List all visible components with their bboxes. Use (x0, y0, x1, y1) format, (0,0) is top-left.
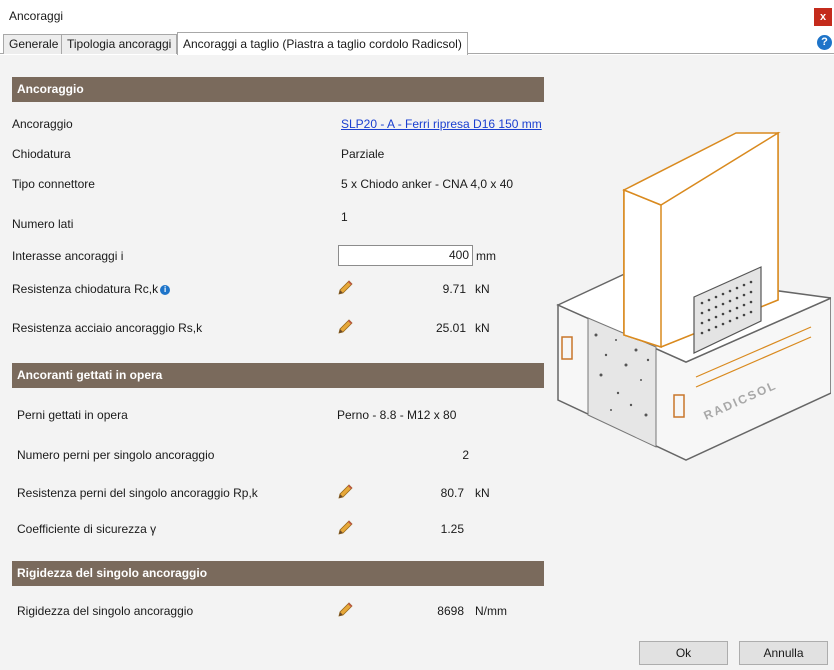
edit-pencil-icon[interactable] (336, 601, 354, 619)
tab-tipologia-ancoraggi[interactable]: Tipologia ancoraggi (61, 34, 178, 54)
interasse-unit: mm (476, 249, 496, 263)
section-header-ancoranti: Ancoranti gettati in opera (12, 363, 544, 388)
section-header-rigidezza: Rigidezza del singolo ancoraggio (12, 561, 544, 586)
rsk-value: 25.01 (435, 321, 466, 335)
window-title: Ancoraggi (9, 9, 64, 23)
chiodatura-value: Parziale (341, 147, 385, 161)
rigidezza-unit: N/mm (475, 604, 507, 618)
rck-label-text: Resistenza chiodatura Rc,k (12, 282, 159, 296)
cancel-button[interactable]: Annulla (739, 641, 828, 665)
numero-lati-value: 1 (341, 210, 348, 224)
edit-pencil-icon[interactable] (336, 279, 354, 297)
numero-perni-label: Numero perni per singolo ancoraggio (17, 448, 215, 462)
connettore-label: Tipo connettore (12, 177, 95, 191)
rsk-unit: kN (475, 321, 490, 335)
rpk-value: 80.7 (440, 486, 464, 500)
coeff-label: Coefficiente di sicurezza γ (17, 522, 157, 536)
connettore-value: 5 x Chiodo anker - CNA 4,0 x 40 (341, 177, 514, 191)
perni-value: Perno - 8.8 - M12 x 80 (337, 408, 457, 422)
rigidezza-value: 8698 (437, 604, 464, 618)
rpk-unit: kN (475, 486, 490, 500)
rigidezza-label: Rigidezza del singolo ancoraggio (17, 604, 194, 618)
interasse-input[interactable]: 400 (338, 245, 473, 266)
interasse-label: Interasse ancoraggi i (12, 249, 124, 263)
tab-generale[interactable]: Generale (3, 34, 65, 54)
anchor-illustration: RADICSOL (556, 131, 831, 461)
numero-lati-label: Numero lati (12, 217, 74, 231)
rck-value: 9.71 (442, 282, 466, 296)
rpk-label: Resistenza perni del singolo ancoraggio … (17, 486, 258, 500)
title-bar: Ancoraggi x (0, 0, 834, 32)
info-icon[interactable]: i (160, 285, 171, 295)
numero-perni-value: 2 (462, 448, 469, 462)
edit-pencil-icon[interactable] (336, 519, 354, 537)
close-button[interactable]: x (814, 8, 832, 26)
chiodatura-label: Chiodatura (12, 147, 71, 161)
help-icon[interactable]: ? (817, 35, 832, 50)
tab-content: Ancoraggio Ancoraggio SLP20 - A - Ferri … (0, 55, 834, 670)
perni-label: Perni gettati in opera (17, 408, 128, 422)
rsk-label: Resistenza acciaio ancoraggio Rs,k (12, 321, 203, 335)
rck-label: Resistenza chiodatura Rc,k i (12, 282, 171, 296)
tab-ancoraggi-a-taglio[interactable]: Ancoraggi a taglio (Piastra a taglio cor… (177, 32, 468, 55)
ancoraggio-label: Ancoraggio (12, 117, 73, 131)
ancoraggio-link[interactable]: SLP20 - A - Ferri ripresa D16 150 mm (341, 117, 542, 131)
section-header-ancoraggio: Ancoraggio (12, 77, 544, 102)
edit-pencil-icon[interactable] (336, 318, 354, 336)
edit-pencil-icon[interactable] (336, 483, 354, 501)
tab-bar: Generale Tipologia ancoraggi Ancoraggi a… (0, 32, 834, 55)
ok-button[interactable]: Ok (639, 641, 728, 665)
coeff-value: 1.25 (440, 522, 464, 536)
rck-unit: kN (475, 282, 490, 296)
